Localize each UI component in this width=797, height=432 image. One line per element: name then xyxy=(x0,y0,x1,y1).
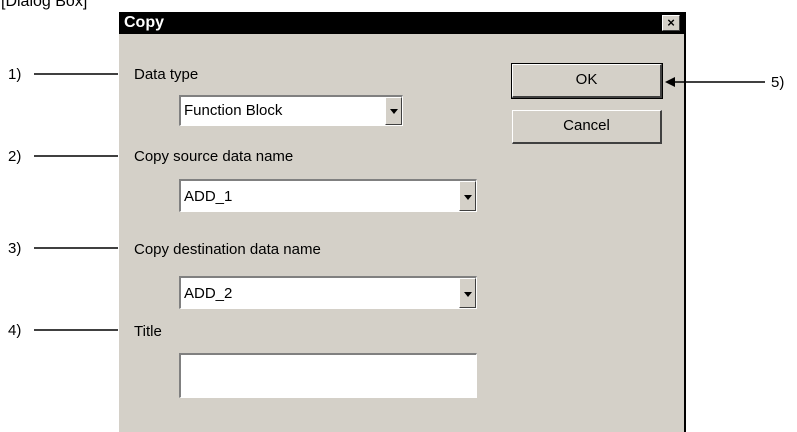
cancel-button[interactable]: Cancel xyxy=(512,110,662,144)
callout-3: 3) xyxy=(8,240,22,257)
close-button[interactable]: × xyxy=(662,15,680,31)
copy-source-label: Copy source data name xyxy=(134,148,294,165)
copy-dialog: Copy × Data type Function Block Copy sou… xyxy=(118,12,686,432)
copy-destination-value: ADD_2 xyxy=(184,285,233,302)
chevron-down-icon xyxy=(390,109,398,114)
chevron-down-icon xyxy=(464,292,472,297)
dialog-title: Copy xyxy=(124,14,164,31)
title-input[interactable] xyxy=(179,353,477,398)
callout-2: 2) xyxy=(8,148,22,165)
copy-source-dropdown-button[interactable] xyxy=(459,181,476,211)
callout-1: 1) xyxy=(8,66,22,83)
copy-destination-select[interactable]: ADD_2 xyxy=(179,276,477,309)
callout-4: 4) xyxy=(8,322,22,339)
copy-source-value: ADD_1 xyxy=(184,188,233,205)
title-label: Title xyxy=(134,323,162,340)
data-type-label: Data type xyxy=(134,66,199,83)
copy-destination-label: Copy destination data name xyxy=(134,241,321,258)
chevron-down-icon xyxy=(464,195,472,200)
data-type-dropdown-button[interactable] xyxy=(385,97,402,125)
arrow-icon xyxy=(665,77,765,87)
close-icon: × xyxy=(667,15,675,30)
data-type-select[interactable]: Function Block xyxy=(179,95,403,126)
ok-button[interactable]: OK xyxy=(511,63,663,99)
copy-source-select[interactable]: ADD_1 xyxy=(179,179,477,212)
copy-destination-dropdown-button[interactable] xyxy=(459,278,476,308)
title-bar[interactable]: Copy × xyxy=(119,12,684,34)
data-type-value: Function Block xyxy=(184,102,283,119)
figure-caption: [Dialog Box] xyxy=(1,0,88,10)
callout-5: 5) xyxy=(771,74,785,91)
